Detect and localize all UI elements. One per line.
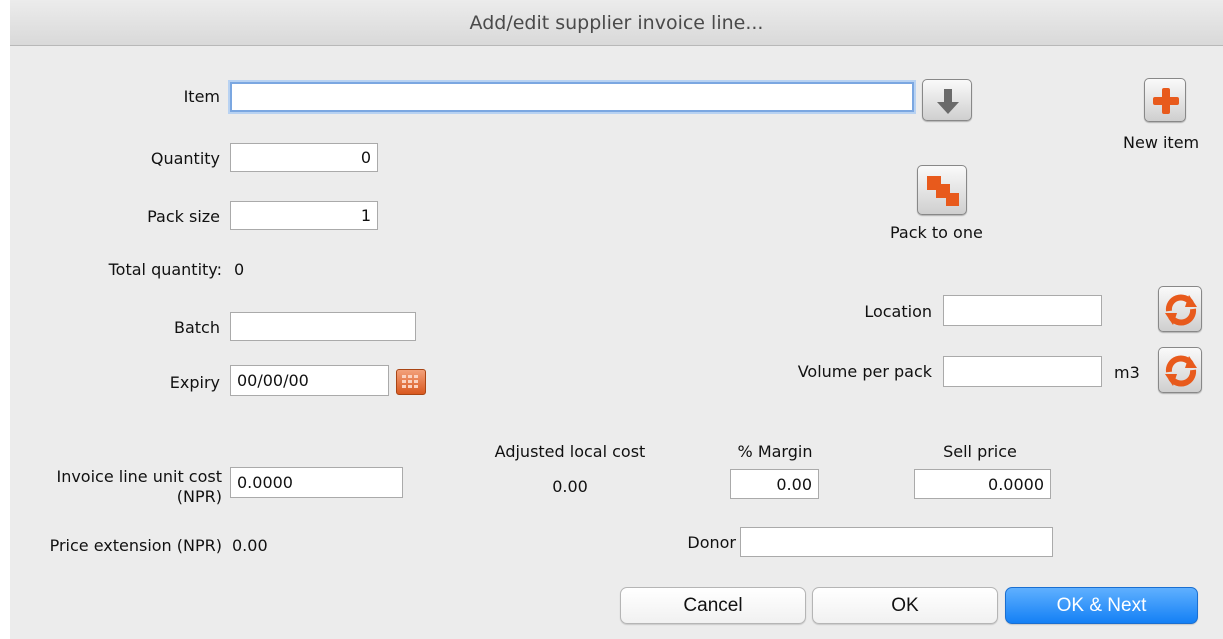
calendar-icon [402,375,418,388]
window-title: Add/edit supplier invoice line... [469,12,764,34]
donor-input[interactable] [740,527,1053,557]
location-input[interactable] [943,295,1102,326]
total-quantity-value: 0 [234,260,245,279]
adjusted-local-cost-value: 0.00 [552,477,588,496]
location-refresh-button[interactable] [1158,286,1202,332]
pack-to-one-icon [927,176,959,206]
pack-size-input[interactable] [230,201,378,230]
quantity-label: Quantity [150,149,220,168]
price-extension-label: Price extension (NPR) [49,536,222,555]
item-input[interactable] [230,82,914,112]
unit-cost-label-line2: (NPR) [176,487,222,506]
volume-refresh-button[interactable] [1158,347,1202,393]
sell-price-label: Sell price [943,442,1017,461]
price-extension-value: 0.00 [232,536,268,555]
batch-input[interactable] [230,312,416,341]
volume-per-pack-input[interactable] [943,356,1102,387]
volume-per-pack-label: Volume per pack [797,362,932,381]
ok-button[interactable]: OK [812,587,998,624]
pack-to-one-label: Pack to one [890,223,983,242]
calendar-button[interactable] [396,369,426,395]
sell-price-input[interactable] [914,469,1051,499]
item-lookup-button[interactable] [922,79,972,121]
new-item-label: New item [1123,133,1200,152]
location-label: Location [864,302,932,321]
unit-cost-label-line1: Invoice line unit cost [56,467,222,486]
ok-next-button[interactable]: OK & Next [1005,587,1198,624]
total-quantity-label: Total quantity: [108,260,222,279]
new-item-button[interactable] [1144,78,1186,122]
arrow-down-icon [937,89,959,114]
pack-size-label: Pack size [147,207,220,226]
expiry-label: Expiry [169,373,220,392]
donor-label: Donor [687,533,736,552]
item-label: Item [183,87,220,106]
volume-unit: m3 [1114,363,1140,382]
expiry-input[interactable] [230,365,389,396]
pack-to-one-button[interactable] [917,165,967,215]
quantity-input[interactable] [230,143,378,172]
unit-cost-input[interactable] [230,467,403,498]
margin-label: % Margin [737,442,813,461]
adjusted-local-cost-label: Adjusted local cost [494,442,646,461]
cancel-button[interactable]: Cancel [620,587,806,624]
margin-input[interactable] [730,469,819,499]
invoice-line-dialog: Item New item Quantity Pack to one Pack … [10,46,1223,639]
batch-label: Batch [174,318,220,337]
plus-icon [1153,88,1179,114]
refresh-icon [1165,294,1197,326]
refresh-icon [1165,355,1197,387]
title-bar: Add/edit supplier invoice line... [10,0,1223,46]
